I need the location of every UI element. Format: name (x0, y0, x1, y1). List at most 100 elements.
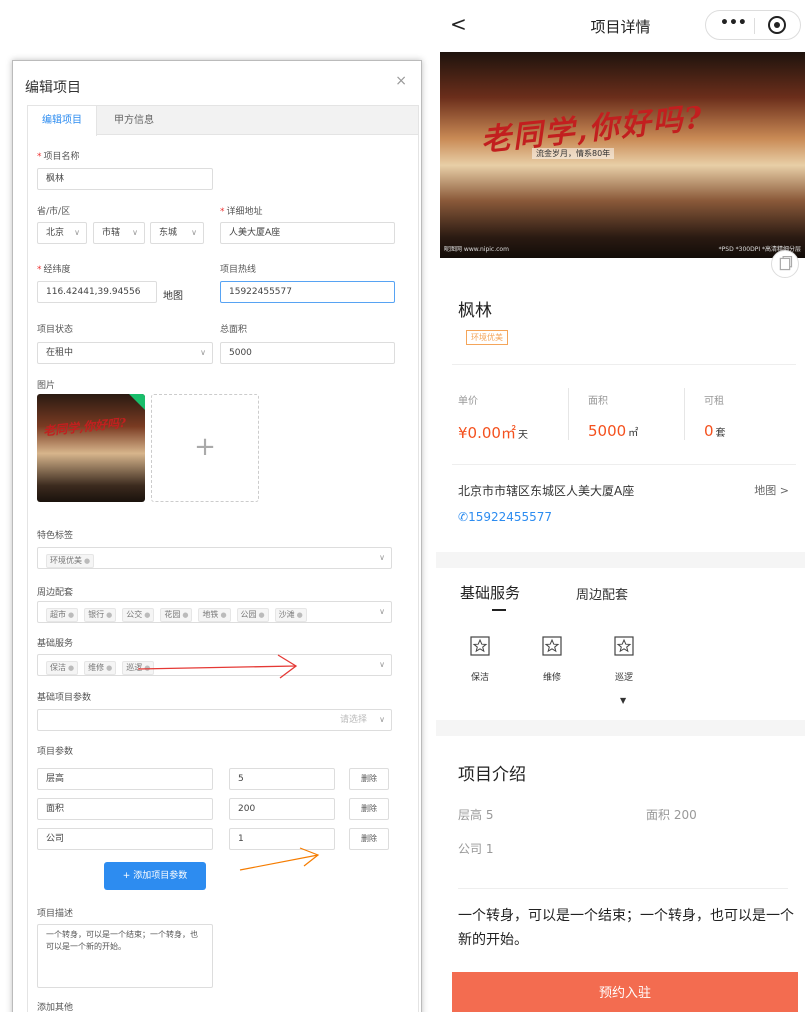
mini-program-capsule: ••• (705, 10, 801, 40)
tag-chip: 公交 ● (122, 608, 155, 622)
delete-param-button[interactable]: 删除 (349, 828, 389, 850)
phone-link[interactable]: ✆15922455577 (458, 510, 552, 524)
feature-tag: 环境优美 (466, 330, 508, 345)
dialog-tabs: 编辑项目 甲方信息 (27, 105, 419, 136)
service-item-repair[interactable]: 维修 (532, 636, 572, 683)
star-box-icon (470, 636, 490, 656)
tab-basic-services[interactable]: 基础服务 (460, 582, 520, 603)
param-value-input[interactable]: 1 (229, 828, 335, 850)
tag-chip: 公园 ● (236, 608, 269, 622)
dialog-title: 编辑项目 (25, 80, 81, 96)
hotline-input[interactable]: 15922455577 (220, 281, 395, 303)
desc-label: 项目描述 (37, 909, 74, 919)
image-label: 图片 (37, 381, 56, 391)
divider (458, 888, 788, 889)
tag-chip: 环境优美 ● (46, 554, 95, 568)
select-placeholder: 请选择 (339, 715, 367, 725)
delete-param-button[interactable]: 删除 (349, 798, 389, 820)
coords-label: * 经纬度 (37, 265, 71, 275)
service-label: 维修 (542, 673, 561, 683)
area-value: 5000 ㎡ (588, 422, 639, 440)
tag-chip: 地铁 ● (198, 608, 231, 622)
chevron-down-icon: ∨ (200, 348, 206, 357)
chevron-down-icon: ∨ (379, 660, 385, 669)
base-params-select[interactable]: 请选择 ∨ (37, 709, 392, 731)
delete-param-button[interactable]: 删除 (349, 768, 389, 790)
tag-chip: 巡逻 ● (122, 661, 155, 675)
banner-footer: 昵图网 www.nipic.com *PSD *300DPI *高清精细分层 (440, 242, 805, 258)
nearby-label: 周边配套 (37, 588, 74, 598)
active-tab-underline (492, 609, 506, 611)
param-key-input[interactable]: 公司 (37, 828, 213, 850)
section-gap (436, 720, 805, 736)
param-area: 面积 200 (646, 808, 697, 822)
phone-icon: ✆ (458, 510, 469, 524)
chevron-down-icon: ∨ (379, 553, 385, 562)
uploaded-image[interactable]: 老同学,你好吗? (37, 394, 145, 502)
param-value-input[interactable]: 5 (229, 768, 335, 790)
service-label: 巡逻 (614, 673, 633, 683)
project-description: 一个转身，可以是一个结束；一个转身，也可以是一个新的开始。 (458, 908, 794, 948)
check-icon (129, 394, 145, 410)
area-label: 面积 (588, 396, 608, 407)
project-name: 枫林 (458, 301, 492, 321)
tab-nearby[interactable]: 周边配套 (576, 584, 628, 603)
status-label: 项目状态 (37, 325, 74, 335)
copy-icon[interactable] (771, 250, 799, 278)
service-label: 保洁 (470, 673, 489, 683)
services-select[interactable]: 保洁 ● 维修 ● 巡逻 ● ∨ (37, 654, 392, 676)
other-label: 添加其他 (37, 1003, 74, 1012)
coords-input[interactable]: 116.42441,39.94556 (37, 281, 157, 303)
tab-edit-project[interactable]: 编辑项目 (28, 106, 97, 136)
param-value-input[interactable]: 200 (229, 798, 335, 820)
book-button[interactable]: 预约入驻 (452, 972, 798, 1012)
features-select[interactable]: 环境优美 ● ∨ (37, 547, 392, 569)
section-gap (436, 552, 805, 568)
close-icon[interactable]: × (395, 73, 407, 89)
project-name-input[interactable]: 枫林 (37, 168, 213, 190)
params-label: 项目参数 (37, 747, 74, 757)
name-label: * 项目名称 (37, 152, 80, 162)
more-icon[interactable]: ••• (720, 15, 747, 31)
upload-button[interactable]: + (151, 394, 259, 502)
address-label: * 详细地址 (220, 207, 263, 217)
area-label: 总面积 (220, 325, 248, 335)
nearby-select[interactable]: 超市 ● 银行 ● 公交 ● 花园 ● 地铁 ● 公园 ● 沙滩 ● ∨ (37, 601, 392, 623)
description-textarea[interactable]: 一个转身，可以是一个结束；一个转身，也可以是一个新的开始。 (37, 924, 213, 988)
param-company: 公司 1 (458, 842, 494, 856)
add-param-button[interactable]: + 添加项目参数 (104, 862, 206, 890)
address-input[interactable]: 人美大厦A座 (220, 222, 395, 244)
services-label: 基础服务 (37, 639, 74, 649)
tab-client-info[interactable]: 甲方信息 (100, 106, 168, 136)
param-key-input[interactable]: 层高 (37, 768, 213, 790)
city-select[interactable]: 市辖 ∨ (93, 222, 145, 244)
service-item-cleaning[interactable]: 保洁 (460, 636, 500, 683)
tag-chip: 保洁 ● (46, 661, 79, 675)
service-item-patrol[interactable]: 巡逻 (604, 636, 644, 683)
banner-subtitle: 流金岁月，情系80年 (532, 148, 615, 159)
mobile-detail-page: < 项目详情 ••• 老同学,你好吗? 流金岁月，情系80年 昵图网 www.n… (436, 0, 805, 1012)
hotline-label: 项目热线 (220, 265, 257, 275)
chevron-down-icon: ∨ (191, 228, 197, 237)
tag-chip: 银行 ● (84, 608, 117, 622)
close-target-icon[interactable] (766, 14, 788, 36)
chevron-down-icon: ∨ (74, 228, 80, 237)
divider (452, 364, 796, 365)
project-banner-image: 老同学,你好吗? 流金岁月，情系80年 昵图网 www.nipic.com *P… (440, 52, 805, 258)
chevron-down-icon: ∨ (379, 607, 385, 616)
status-select[interactable]: 在租中 ∨ (37, 342, 213, 364)
chevron-down-icon: ∨ (132, 228, 138, 237)
thumb-title: 老同学,你好吗? (42, 415, 127, 439)
divider (684, 388, 685, 440)
banner-foot-left: 昵图网 www.nipic.com (444, 246, 509, 253)
expand-icon[interactable]: ▼ (620, 696, 626, 705)
district-select[interactable]: 东城 ∨ (150, 222, 204, 244)
tag-chip: 沙滩 ● (274, 608, 307, 622)
area-input[interactable]: 5000 (220, 342, 395, 364)
province-select[interactable]: 北京 ∨ (37, 222, 87, 244)
map-link[interactable]: 地图 > (754, 482, 789, 498)
map-button[interactable]: 地图 (163, 287, 183, 302)
project-address: 北京市市辖区东城区人美大厦A座 (458, 484, 635, 498)
param-key-input[interactable]: 面积 (37, 798, 213, 820)
tag-chip: 花园 ● (160, 608, 193, 622)
